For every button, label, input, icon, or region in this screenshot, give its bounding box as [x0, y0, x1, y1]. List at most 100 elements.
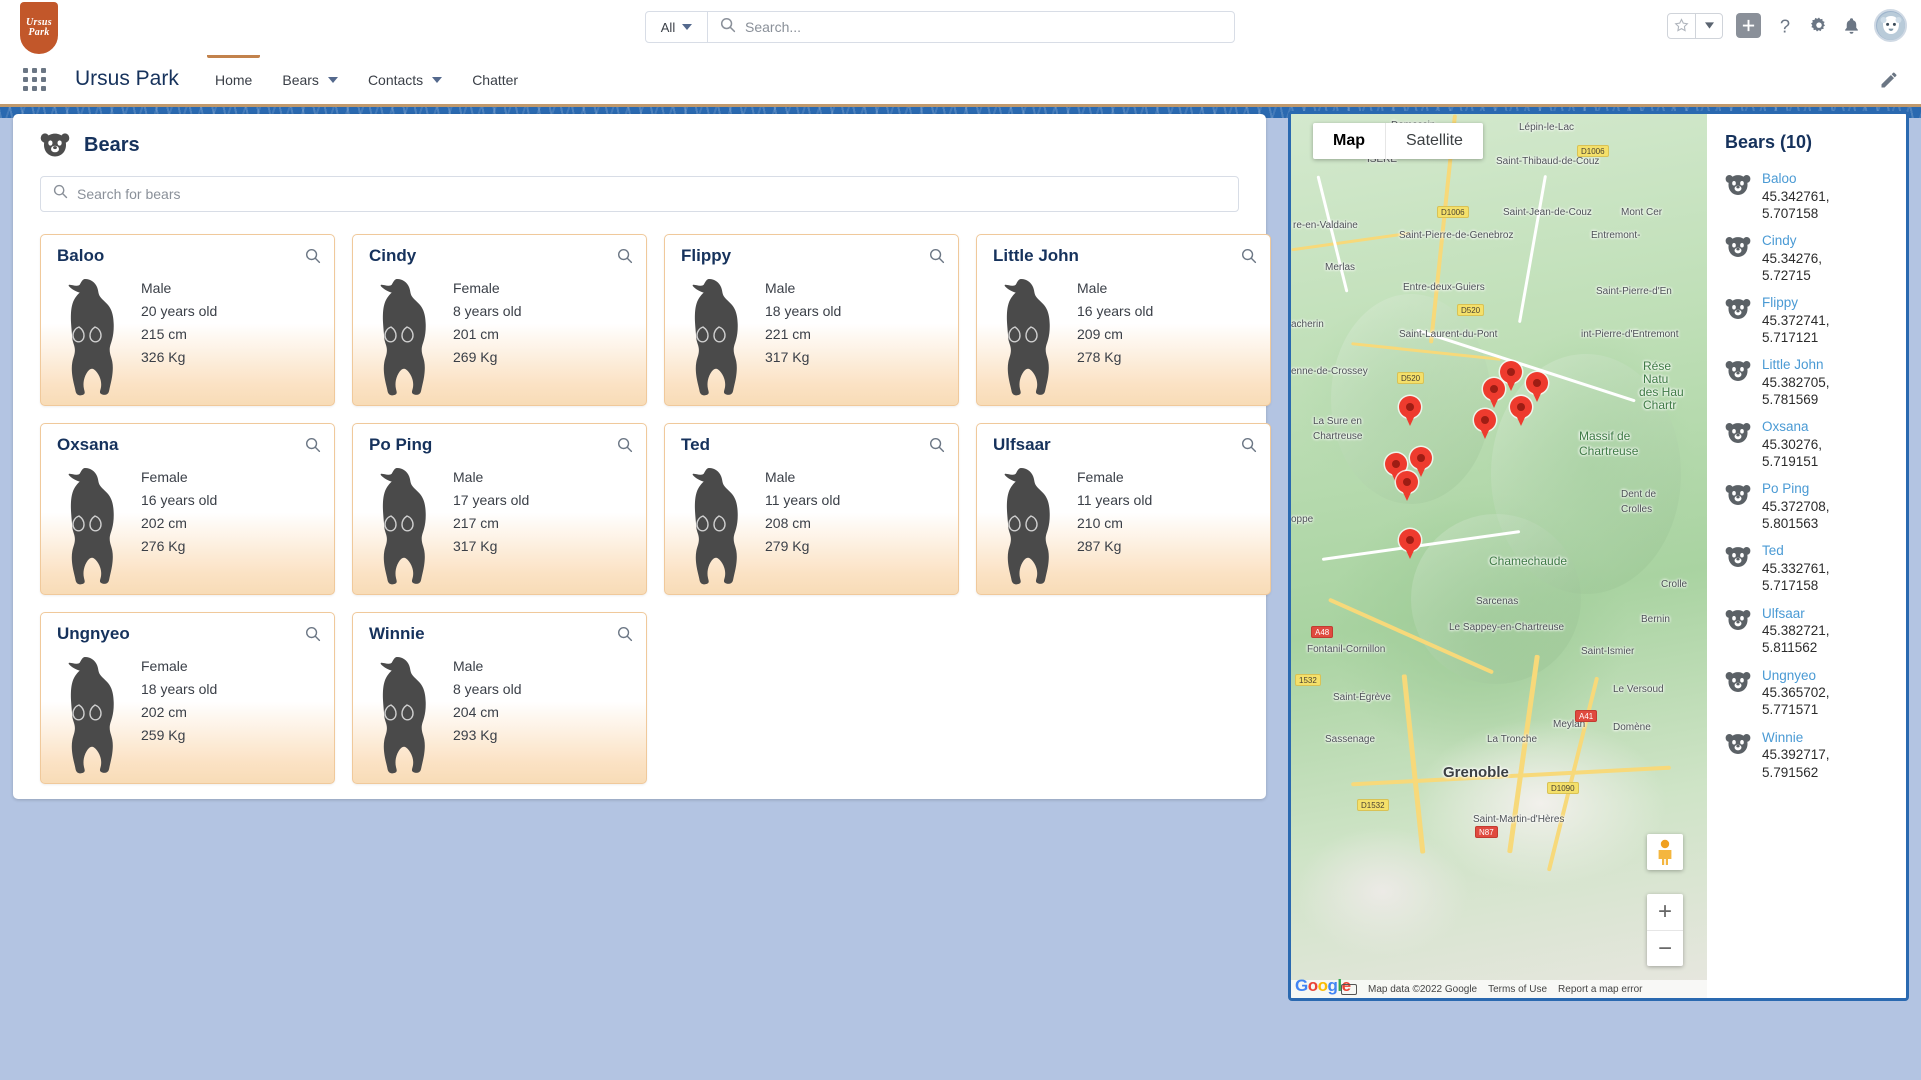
list-item[interactable]: Oxsana 45.30276, 5.719151	[1707, 413, 1906, 475]
bear-card-search-icon[interactable]	[305, 248, 321, 269]
bear-card-search-icon[interactable]	[617, 626, 633, 647]
bear-name-link[interactable]: Baloo	[1762, 170, 1830, 188]
bear-card[interactable]: Cindy Female 8 years old 201 cm 269 Kg	[352, 234, 647, 406]
bear-face-icon	[1725, 359, 1751, 383]
bear-card[interactable]: Oxsana Female 16 years old 202 cm 276 Kg	[40, 423, 335, 595]
list-item[interactable]: Ulfsaar 45.382721, 5.811562	[1707, 600, 1906, 662]
global-search-input[interactable]	[745, 19, 1234, 35]
global-search-bar[interactable]: All	[645, 11, 1235, 43]
map-road-shield: D1532	[1357, 799, 1389, 811]
tab-chatter[interactable]: Chatter	[457, 55, 533, 104]
list-item[interactable]: Cindy 45.34276, 5.72715	[1707, 227, 1906, 289]
bear-longitude: 5.719151	[1761, 454, 1819, 470]
bear-card[interactable]: Flippy Male 18 years old 221 cm 317 Kg	[664, 234, 959, 406]
list-item[interactable]: Baloo 45.342761, 5.707158	[1707, 165, 1906, 227]
list-item-text: Ted 45.332761, 5.717158	[1762, 542, 1830, 594]
ursus-park-logo[interactable]: Ursus Park	[20, 2, 58, 54]
bear-card-search-icon[interactable]	[305, 437, 321, 458]
list-item[interactable]: Winnie 45.392717, 5.791562	[1707, 724, 1906, 786]
map-place-label: Merlas	[1325, 262, 1356, 273]
search-scope-selector[interactable]: All	[646, 12, 708, 42]
bears-panel-header: Bears	[13, 114, 1266, 158]
help-icon[interactable]: ?	[1774, 15, 1796, 37]
chevron-down-icon[interactable]	[432, 76, 443, 83]
list-item[interactable]: Ungnyeo 45.365702, 5.771571	[1707, 662, 1906, 724]
bear-card[interactable]: Ulfsaar Female 11 years old 210 cm 287 K…	[976, 423, 1271, 595]
map-type-satellite-button[interactable]: Satellite	[1385, 123, 1483, 159]
bears-search-input[interactable]	[77, 186, 1238, 202]
map-marker-pin[interactable]	[1510, 396, 1532, 426]
map-marker-pin[interactable]	[1399, 396, 1421, 426]
report-map-error-link[interactable]: Report a map error	[1558, 984, 1642, 995]
map-place-label: Fontanil-Cornillon	[1307, 644, 1386, 655]
bear-card-search-icon[interactable]	[617, 437, 633, 458]
bear-card-search-icon[interactable]	[617, 248, 633, 269]
bear-name-link[interactable]: Ted	[1762, 542, 1830, 560]
edit-page-pencil-icon[interactable]	[1879, 70, 1899, 90]
street-view-pegman-icon[interactable]	[1646, 834, 1683, 870]
bear-age: 16 years old	[1077, 303, 1154, 319]
bear-name-link[interactable]: Ulfsaar	[1762, 605, 1830, 623]
keyboard-shortcuts-icon[interactable]	[1341, 983, 1357, 995]
tab-chatter-label: Chatter	[472, 71, 519, 88]
list-item[interactable]: Little John 45.382705, 5.781569	[1707, 351, 1906, 413]
map-canvas[interactable]: DomessinLépin-le-LacISERESAVOIESaint-Thi…	[1291, 114, 1707, 998]
map-place-label: La Sure en	[1313, 416, 1362, 427]
chevron-down-icon[interactable]	[327, 76, 338, 83]
bear-card-search-icon[interactable]	[305, 626, 321, 647]
bear-longitude: 5.801563	[1761, 516, 1819, 532]
map-place-label: La Tronche	[1487, 734, 1538, 745]
list-item[interactable]: Ted 45.332761, 5.717158	[1707, 537, 1906, 599]
terms-of-use-link[interactable]: Terms of Use	[1488, 984, 1547, 995]
bear-card-name: Winnie	[369, 624, 425, 643]
tab-home[interactable]: Home	[200, 55, 267, 104]
zoom-out-button[interactable]: −	[1646, 930, 1683, 966]
favorites-group[interactable]	[1667, 12, 1723, 39]
avatar[interactable]	[1874, 9, 1907, 42]
bear-name-link[interactable]: Cindy	[1762, 232, 1822, 250]
bear-card[interactable]: Baloo Male 20 years old 215 cm 326 Kg	[40, 234, 335, 406]
app-launcher-icon[interactable]	[22, 67, 48, 93]
list-item-text: Ungnyeo 45.365702, 5.771571	[1762, 667, 1830, 719]
bear-name-link[interactable]: Flippy	[1762, 294, 1830, 312]
bear-age: 16 years old	[141, 492, 218, 508]
map-zoom-controls[interactable]: + −	[1646, 894, 1683, 966]
tab-contacts[interactable]: Contacts	[353, 55, 457, 104]
bear-name-link[interactable]: Winnie	[1762, 729, 1830, 747]
map-type-toggle[interactable]: Map Satellite	[1313, 123, 1483, 159]
map-marker-pin[interactable]	[1399, 529, 1421, 559]
bear-card-search-icon[interactable]	[929, 437, 945, 458]
bear-name-link[interactable]: Po Ping	[1762, 480, 1830, 498]
bear-longitude: 5.717121	[1761, 329, 1819, 345]
tab-bears[interactable]: Bears	[267, 55, 353, 104]
gear-icon[interactable]	[1809, 16, 1829, 36]
map-marker-pin[interactable]	[1396, 471, 1418, 501]
bear-card[interactable]: Winnie Male 8 years old 204 cm 293 Kg	[352, 612, 647, 784]
bear-card-search-icon[interactable]	[1241, 248, 1257, 269]
bear-longitude: 5.72715	[1761, 267, 1811, 283]
map-place-label: Sassenage	[1325, 734, 1376, 745]
bear-card[interactable]: Po Ping Male 17 years old 217 cm 317 Kg	[352, 423, 647, 595]
bear-name-link[interactable]: Ungnyeo	[1762, 667, 1830, 685]
map-type-map-button[interactable]: Map	[1313, 123, 1385, 159]
map-marker-pin[interactable]	[1483, 378, 1505, 408]
list-item[interactable]: Flippy 45.372741, 5.717121	[1707, 289, 1906, 351]
plus-icon[interactable]	[1736, 13, 1761, 38]
bear-name-link[interactable]: Little John	[1762, 356, 1830, 374]
list-item[interactable]: Po Ping 45.372708, 5.801563	[1707, 475, 1906, 537]
bear-longitude: 5.717158	[1761, 578, 1819, 594]
bear-card-search-icon[interactable]	[929, 248, 945, 269]
zoom-in-button[interactable]: +	[1647, 894, 1683, 930]
bears-search-box[interactable]	[40, 176, 1239, 212]
map-marker-pin[interactable]	[1474, 409, 1496, 439]
bear-card[interactable]: Ungnyeo Female 18 years old 202 cm 259 K…	[40, 612, 335, 784]
star-icon[interactable]	[1668, 14, 1695, 38]
bear-latitude: 45.392717,	[1761, 747, 1830, 763]
bear-name-link[interactable]: Oxsana	[1762, 418, 1822, 436]
favorites-chevron-down-icon[interactable]	[1695, 13, 1722, 38]
bell-icon[interactable]	[1842, 16, 1861, 36]
bear-card-search-icon[interactable]	[1241, 437, 1257, 458]
bear-card[interactable]: Little John Male 16 years old 209 cm 278…	[976, 234, 1271, 406]
bear-card[interactable]: Ted Male 11 years old 208 cm 279 Kg	[664, 423, 959, 595]
map-place-label: Sarcenas	[1476, 596, 1519, 607]
